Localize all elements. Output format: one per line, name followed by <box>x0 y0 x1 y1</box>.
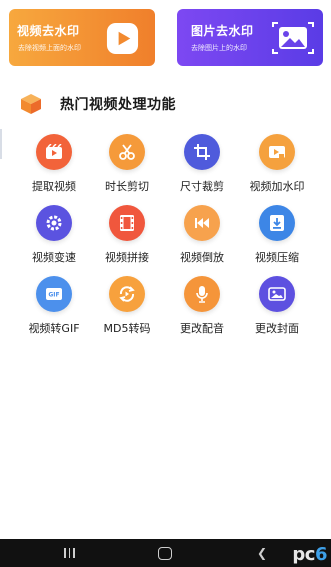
feature-label: 更改封面 <box>255 322 299 335</box>
picture-icon <box>272 22 314 54</box>
compress-icon <box>259 205 295 241</box>
film-strip-icon <box>109 205 145 241</box>
scissors-icon <box>109 134 145 170</box>
video-watermark-remove-card[interactable]: 视频去水印 去除视频上面的水印 <box>9 9 155 66</box>
image-watermark-remove-card[interactable]: 图片去水印 去除图片上的水印 <box>177 9 323 66</box>
feature-video-speed[interactable]: 视频变速 <box>17 205 91 265</box>
add-watermark-icon <box>259 134 295 170</box>
video-card-subtitle: 去除视频上面的水印 <box>18 44 81 52</box>
system-nav-bar: ❮ pc6 <box>0 539 331 567</box>
play-icon <box>106 22 139 55</box>
extract-video-icon <box>36 134 72 170</box>
scroll-edge-indicator <box>0 129 2 159</box>
feature-label: 视频转GIF <box>28 322 80 335</box>
feature-label: 视频拼接 <box>105 251 149 264</box>
svg-text:GIF: GIF <box>48 292 59 299</box>
microphone-icon <box>184 276 220 312</box>
feature-change-dubbing[interactable]: 更改配音 <box>165 276 239 336</box>
feature-label: 提取视频 <box>32 180 76 193</box>
feature-change-cover[interactable]: 更改封面 <box>240 276 314 336</box>
home-icon[interactable] <box>158 547 172 560</box>
feature-label: 视频变速 <box>32 251 76 264</box>
feature-video-merge[interactable]: 视频拼接 <box>90 205 164 265</box>
feature-video-compress[interactable]: 视频压缩 <box>240 205 314 265</box>
md5-transcode-icon <box>109 276 145 312</box>
recent-apps-icon[interactable] <box>64 548 75 558</box>
cover-image-icon <box>259 276 295 312</box>
back-icon[interactable]: ❮ <box>257 546 267 560</box>
feature-size-crop[interactable]: 尺寸裁剪 <box>165 134 239 194</box>
video-card-title: 视频去水印 <box>17 24 80 38</box>
feature-extract-video[interactable]: 提取视频 <box>17 134 91 194</box>
speed-gear-icon <box>36 205 72 241</box>
feature-video-reverse[interactable]: 视频倒放 <box>165 205 239 265</box>
feature-label: 视频压缩 <box>255 251 299 264</box>
feature-label: 时长剪切 <box>105 180 149 193</box>
feature-label: 视频倒放 <box>180 251 224 264</box>
feature-label: MD5转码 <box>103 322 151 335</box>
section-title: 热门视频处理功能 <box>60 97 176 113</box>
section-header: 热门视频处理功能 <box>20 92 176 116</box>
feature-label: 尺寸裁剪 <box>180 180 224 193</box>
cube-icon <box>21 94 41 114</box>
feature-duration-cut[interactable]: 时长剪切 <box>90 134 164 194</box>
feature-add-watermark[interactable]: 视频加水印 <box>240 134 314 194</box>
watermark-accent: 6 <box>314 544 328 565</box>
watermark-text: pc <box>292 544 315 565</box>
image-card-subtitle: 去除图片上的水印 <box>191 44 247 52</box>
site-watermark: pc6 <box>292 544 327 565</box>
feature-label: 视频加水印 <box>249 180 305 193</box>
feature-md5-transcode[interactable]: MD5转码 <box>90 276 164 336</box>
reverse-icon <box>184 205 220 241</box>
feature-label: 更改配音 <box>180 322 224 335</box>
image-card-title: 图片去水印 <box>191 24 254 38</box>
crop-icon <box>184 134 220 170</box>
gif-icon: GIF <box>36 276 72 312</box>
feature-video-to-gif[interactable]: GIF 视频转GIF <box>17 276 91 336</box>
